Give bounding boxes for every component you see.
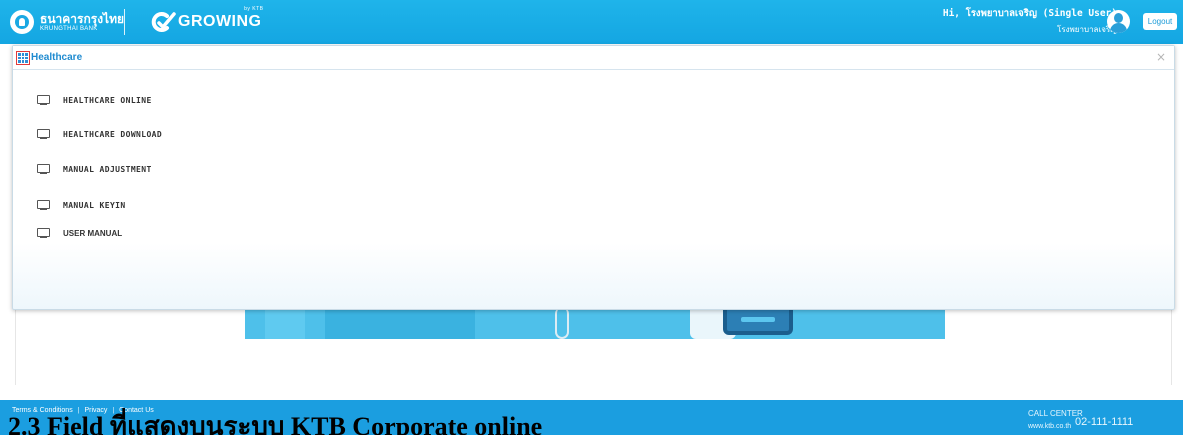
modal-title: Healthcare [31, 52, 83, 63]
user-greeting: Hi, โรงพยาบาลเจริญ (Single User) โรงพยาบ… [943, 6, 1117, 36]
growing-check-icon [150, 10, 176, 34]
menu-item-healthcare-download[interactable]: HEALTHCARE DOWNLOAD [37, 126, 162, 142]
monitor-icon [37, 199, 50, 211]
menu-item-label: MANUAL ADJUSTMENT [63, 164, 152, 174]
menu-item-label: USER MANUAL [63, 228, 123, 238]
growing-logo-text: GROWING [178, 13, 262, 30]
growing-logo[interactable]: GROWING by KTB [150, 6, 264, 36]
header-divider [124, 9, 125, 35]
modal-header: Healthcare × [13, 46, 1174, 70]
call-center-number: 02-111-1111 [1075, 416, 1134, 428]
monitor-icon [37, 163, 50, 175]
user-avatar-icon[interactable] [1107, 10, 1130, 33]
close-icon[interactable]: × [1156, 50, 1166, 64]
grid-menu-icon[interactable] [16, 51, 30, 65]
menu-item-manual-adjustment[interactable]: MANUAL ADJUSTMENT [37, 161, 152, 177]
monitor-icon [37, 128, 50, 140]
bank-name-thai: ธนาคารกรุงไทย [40, 11, 125, 26]
stethoscope-icon [555, 307, 569, 339]
document-heading: 2.3 Field ที่แสดงบนระบบ KTB Corporate on… [8, 412, 543, 435]
menu-item-label: HEALTHCARE ONLINE [63, 95, 152, 105]
logout-button[interactable]: Logout [1143, 13, 1177, 30]
top-header: ธนาคารกรุงไทย KRUNGTHAI BANK GROWING by … [0, 0, 1183, 44]
menu-item-label: HEALTHCARE DOWNLOAD [63, 129, 163, 139]
bank-name-eng: KRUNGTHAI BANK [40, 25, 98, 32]
ktb-emblem-icon [10, 10, 34, 34]
monitor-icon [37, 227, 50, 239]
menu-item-healthcare-online[interactable]: HEALTHCARE ONLINE [37, 92, 152, 108]
ktb-logo[interactable]: ธนาคารกรุงไทย KRUNGTHAI BANK [10, 6, 124, 38]
healthcare-modal: Healthcare × HEALTHCARE ONLINE HEALTHCAR… [12, 45, 1175, 310]
menu-item-user-manual[interactable]: USER MANUAL [37, 225, 122, 241]
menu-item-manual-keyin[interactable]: MANUAL KEYIN [37, 197, 126, 213]
website-link[interactable]: www.ktb.co.th [1028, 423, 1071, 430]
growing-by-text: by KTB [244, 6, 264, 12]
monitor-icon [37, 94, 50, 106]
background-banner [245, 305, 945, 339]
menu-item-label: MANUAL KEYIN [63, 200, 126, 210]
user-org-name: โรงพยาบาลเจริญ [1057, 25, 1117, 34]
user-greeting-line: Hi, โรงพยาบาลเจริญ (Single User) [942, 8, 1117, 19]
